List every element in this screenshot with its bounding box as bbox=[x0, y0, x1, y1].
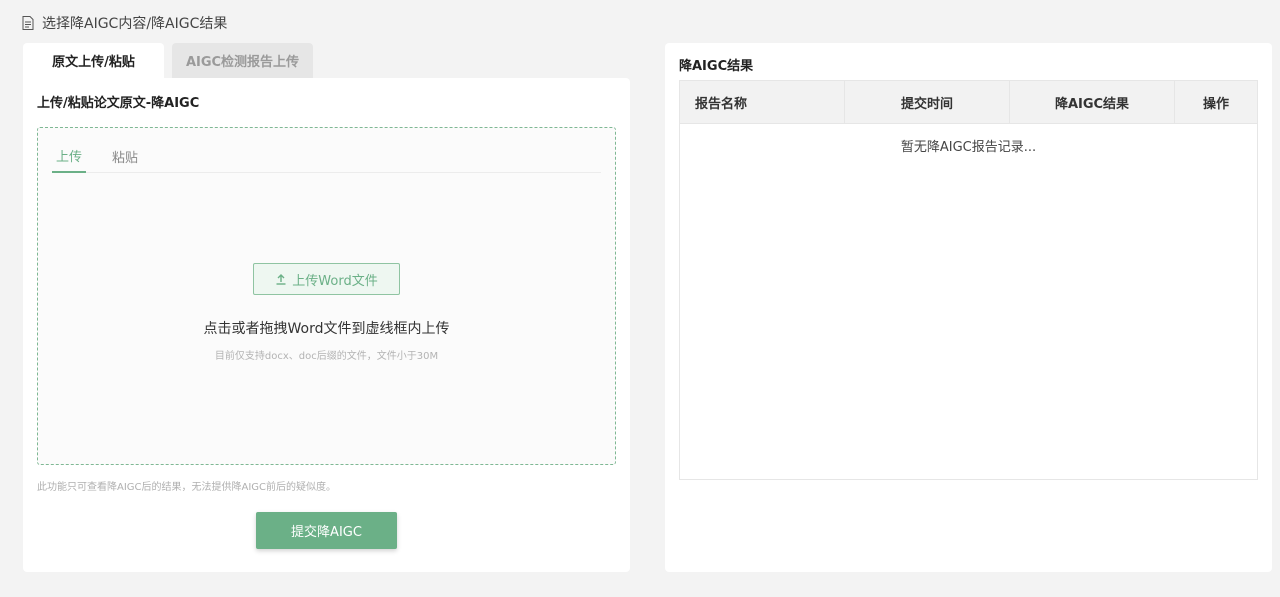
document-icon bbox=[22, 16, 34, 30]
right-panel: 降AIGC结果 报告名称 提交时间 降AIGC结果 操作 暂无降AIGC报告记录… bbox=[665, 43, 1272, 572]
right-panel-title: 降AIGC结果 bbox=[679, 59, 754, 74]
left-tabs: 原文上传/粘贴 AIGC检测报告上传 bbox=[23, 43, 313, 78]
function-notice: 此功能只可查看降AIGC后的结果，无法提供降AIGC前后的疑似度。 bbox=[37, 482, 337, 493]
empty-state: 暂无降AIGC报告记录... bbox=[900, 139, 1037, 155]
table-header: 报告名称 提交时间 降AIGC结果 操作 bbox=[680, 81, 1257, 124]
tab-original-upload[interactable]: 原文上传/粘贴 bbox=[23, 43, 164, 78]
inner-tabs: 上传 粘贴 bbox=[52, 140, 601, 173]
inner-tab-upload[interactable]: 上传 bbox=[52, 140, 87, 173]
upload-hint: 点击或者拖拽Word文件到虚线框内上传 bbox=[203, 321, 450, 337]
page-header: 选择降AIGC内容/降AIGC结果 bbox=[22, 12, 227, 34]
page-title: 选择降AIGC内容/降AIGC结果 bbox=[42, 16, 228, 32]
inner-tab-paste[interactable]: 粘贴 bbox=[108, 140, 142, 173]
upload-word-button[interactable]: 上传Word文件 bbox=[253, 263, 400, 295]
upload-icon bbox=[276, 274, 286, 285]
left-panel: 上传/粘贴论文原文-降AIGC 上传 粘贴 上传Word文件 点击或者拖拽Wor… bbox=[23, 78, 630, 572]
column-report-name: 报告名称 bbox=[680, 81, 845, 123]
upload-word-label: 上传Word文件 bbox=[292, 273, 378, 289]
upload-subhint: 目前仅支持docx、doc后缀的文件，文件小于30M bbox=[214, 351, 439, 362]
result-table: 报告名称 提交时间 降AIGC结果 操作 暂无降AIGC报告记录... bbox=[679, 80, 1258, 480]
column-aigc-result: 降AIGC结果 bbox=[1010, 81, 1175, 123]
column-actions: 操作 bbox=[1202, 96, 1229, 112]
upload-dropzone[interactable]: 上传 粘贴 上传Word文件 点击或者拖拽Word文件到虚线框内上传 目前仅支持… bbox=[37, 127, 616, 465]
submit-aigc-button[interactable]: 提交降AIGC bbox=[256, 512, 397, 549]
column-submit-time: 提交时间 bbox=[845, 81, 1010, 123]
tab-aigc-report-upload[interactable]: AIGC检测报告上传 bbox=[172, 43, 313, 78]
left-panel-title: 上传/粘贴论文原文-降AIGC bbox=[37, 96, 200, 111]
